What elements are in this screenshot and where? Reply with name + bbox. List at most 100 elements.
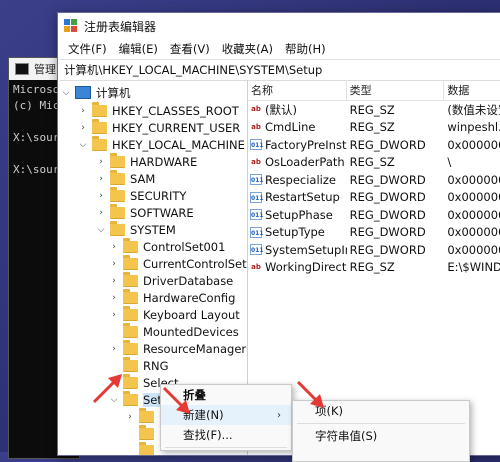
menu-edit[interactable]: 编辑(E) [113, 41, 164, 57]
window-title: 注册表编辑器 [84, 19, 157, 34]
cell-name: 011 SetupType [248, 225, 347, 239]
folder-icon [139, 424, 154, 440]
menu-file[interactable]: 文件(F) [62, 41, 113, 57]
tree-node-resourcemanager[interactable]: › ResourceManager [108, 339, 247, 357]
table-row[interactable]: 011SystemSetupIn...REG_DWORD 0x000000 [248, 241, 500, 259]
tree-node-security[interactable]: › SECURITY [95, 186, 187, 204]
tree-node-mounteddevices[interactable]: MountedDevices [108, 322, 239, 340]
list-rows: ab(默认)REG_SZ(数值未设置abCmdLineREG_SZwinpesh… [248, 101, 500, 276]
tree-node-label: RNG [143, 358, 169, 373]
table-row[interactable]: 011 Respecialize REG_DWORD 0x000000 [248, 171, 500, 189]
tree-node-label: HardwareConfig [143, 290, 236, 305]
tree-node-hardwareconfig[interactable]: › HardwareConfig [108, 288, 236, 306]
table-row[interactable]: 011 RestartSetup REG_DWORD 0x000000 [248, 189, 500, 207]
folder-icon [139, 407, 154, 423]
folder-icon [92, 101, 107, 117]
menubar: 文件(F) 编辑(E) 查看(V) 收藏夹(A) 帮助(H) [58, 39, 500, 59]
address-bar[interactable]: 计算机\HKEY_LOCAL_MACHINE\SYSTEM\Setup [60, 59, 500, 81]
tree-node-label: MountedDevices [143, 324, 239, 339]
tree-node-setup-child[interactable]: › [124, 407, 159, 425]
folder-icon [110, 152, 125, 168]
tree-node-sam[interactable]: › SAM [95, 169, 155, 187]
chevron-right-icon[interactable]: › [108, 242, 120, 252]
annotation-arrow-new [162, 386, 190, 414]
chevron-right-icon[interactable]: › [95, 157, 107, 167]
table-row[interactable]: 011 SetupType REG_DWORD 0x000000 [248, 224, 500, 242]
table-row[interactable]: ab CmdLine REG_SZ winpeshl.e [248, 119, 500, 137]
cell-type: REG_DWORD [349, 242, 426, 257]
tree-node-driverdatabase[interactable]: › DriverDatabase [108, 271, 234, 289]
column-header-type[interactable]: 类型 [347, 80, 445, 100]
menu-favorites[interactable]: 收藏夹(A) [216, 41, 279, 57]
chevron-right-icon: › [277, 409, 281, 421]
chevron-right-icon[interactable]: › [95, 191, 107, 201]
tree-node-label: 计算机 [96, 85, 131, 100]
chevron-right-icon[interactable]: › [108, 293, 120, 303]
chevron-right-icon[interactable]: › [95, 174, 107, 184]
tree-node-label: HKEY_CLASSES_ROOT [112, 103, 239, 118]
value-name: (默认) [265, 102, 297, 117]
tree-node-hklm[interactable]: ⌵ HKEY_LOCAL_MACHINE [77, 135, 245, 153]
tree-node-controlset001[interactable]: › ControlSet001 [108, 237, 225, 255]
cell-data: 0x000000 [447, 172, 500, 187]
menu-help[interactable]: 帮助(H) [279, 41, 332, 57]
table-row[interactable]: ab OsLoaderPath REG_SZ \ [248, 154, 500, 172]
tree-node-keyboard-layout[interactable]: › Keyboard Layout [108, 305, 240, 323]
tree-node-label: DriverDatabase [143, 273, 234, 288]
tree-node-hkcu[interactable]: › HKEY_CURRENT_USER [77, 118, 241, 136]
chevron-right-icon[interactable]: › [108, 259, 120, 269]
binary-value-icon: 011 [250, 191, 264, 203]
chevron-down-icon[interactable]: ⌵ [77, 140, 89, 150]
table-row[interactable]: ab WorkingDirect...REG_SZ E:\$WIND [248, 259, 500, 277]
binary-value-icon: 011 [250, 226, 264, 238]
menu-item-find[interactable]: 查找(F)... [161, 425, 291, 445]
tree-node-hkcr[interactable]: › HKEY_CLASSES_ROOT [77, 101, 239, 119]
console-title: 管理 [34, 63, 56, 76]
value-name: SystemSetupIn... [265, 242, 347, 257]
value-name: Respecialize [265, 172, 336, 187]
tree-node-setup-child[interactable] [124, 441, 159, 455]
cell-data: 0x000000 [447, 137, 500, 152]
tree-node-hardware[interactable]: › HARDWARE [95, 152, 198, 170]
chevron-right-icon[interactable]: › [77, 123, 89, 133]
value-name: CmdLine [265, 120, 316, 135]
table-row[interactable]: ab (默认) REG_SZ (数值未设置 [248, 101, 500, 119]
cell-name: ab OsLoaderPath [248, 155, 347, 169]
folder-icon [92, 135, 107, 151]
chevron-right-icon[interactable]: › [124, 412, 136, 422]
folder-icon [110, 169, 125, 185]
tree-node-software[interactable]: › SOFTWARE [95, 203, 194, 221]
tree-node-system[interactable]: ⌵ SYSTEM [95, 220, 176, 238]
chevron-right-icon[interactable]: › [108, 276, 120, 286]
string-value-icon: ab [251, 122, 261, 131]
folder-icon [110, 186, 125, 202]
tree-node-currentcontrolset[interactable]: › CurrentControlSet [108, 254, 247, 272]
cell-name: 011 RestartSetup [248, 190, 347, 204]
column-header-name[interactable]: 名称 [248, 80, 347, 100]
titlebar[interactable]: 注册表编辑器 [58, 13, 500, 39]
tree-node-label: HKEY_CURRENT_USER [112, 120, 241, 135]
chevron-right-icon[interactable]: › [108, 310, 120, 320]
address-path: 计算机\HKEY_LOCAL_MACHINE\SYSTEM\Setup [64, 63, 323, 77]
cell-name: 011 Respecialize [248, 173, 347, 187]
table-row[interactable]: 011 SetupPhase REG_DWORD 0x000000 [248, 206, 500, 224]
annotation-arrow-setup [92, 374, 122, 404]
tree-node-label: SECURITY [130, 188, 187, 203]
cell-type: REG_SZ [349, 120, 395, 135]
table-row[interactable]: 011FactoryPreInst...REG_DWORD 0x000000 [248, 136, 500, 154]
menu-view[interactable]: 查看(V) [164, 41, 216, 57]
tree-node-label: ResourceManager [143, 341, 247, 356]
chevron-right-icon[interactable]: › [108, 344, 120, 354]
column-header-data[interactable]: 数据 [444, 80, 500, 100]
tree-node-computer[interactable]: ⌵ 计算机 [60, 84, 131, 101]
menu-item-string-value[interactable]: 字符串值(S) [293, 426, 469, 446]
cell-name: ab (默认) [248, 102, 347, 118]
chevron-right-icon[interactable]: › [95, 208, 107, 218]
tree-node-label: HARDWARE [130, 154, 198, 169]
tree-node-setup-child[interactable] [124, 424, 159, 442]
chevron-down-icon[interactable]: ⌵ [60, 88, 72, 98]
chevron-down-icon[interactable]: ⌵ [95, 225, 107, 235]
chevron-right-icon[interactable]: › [77, 106, 89, 116]
value-name: RestartSetup [265, 190, 340, 205]
cell-name: 011 SetupPhase [248, 208, 347, 222]
